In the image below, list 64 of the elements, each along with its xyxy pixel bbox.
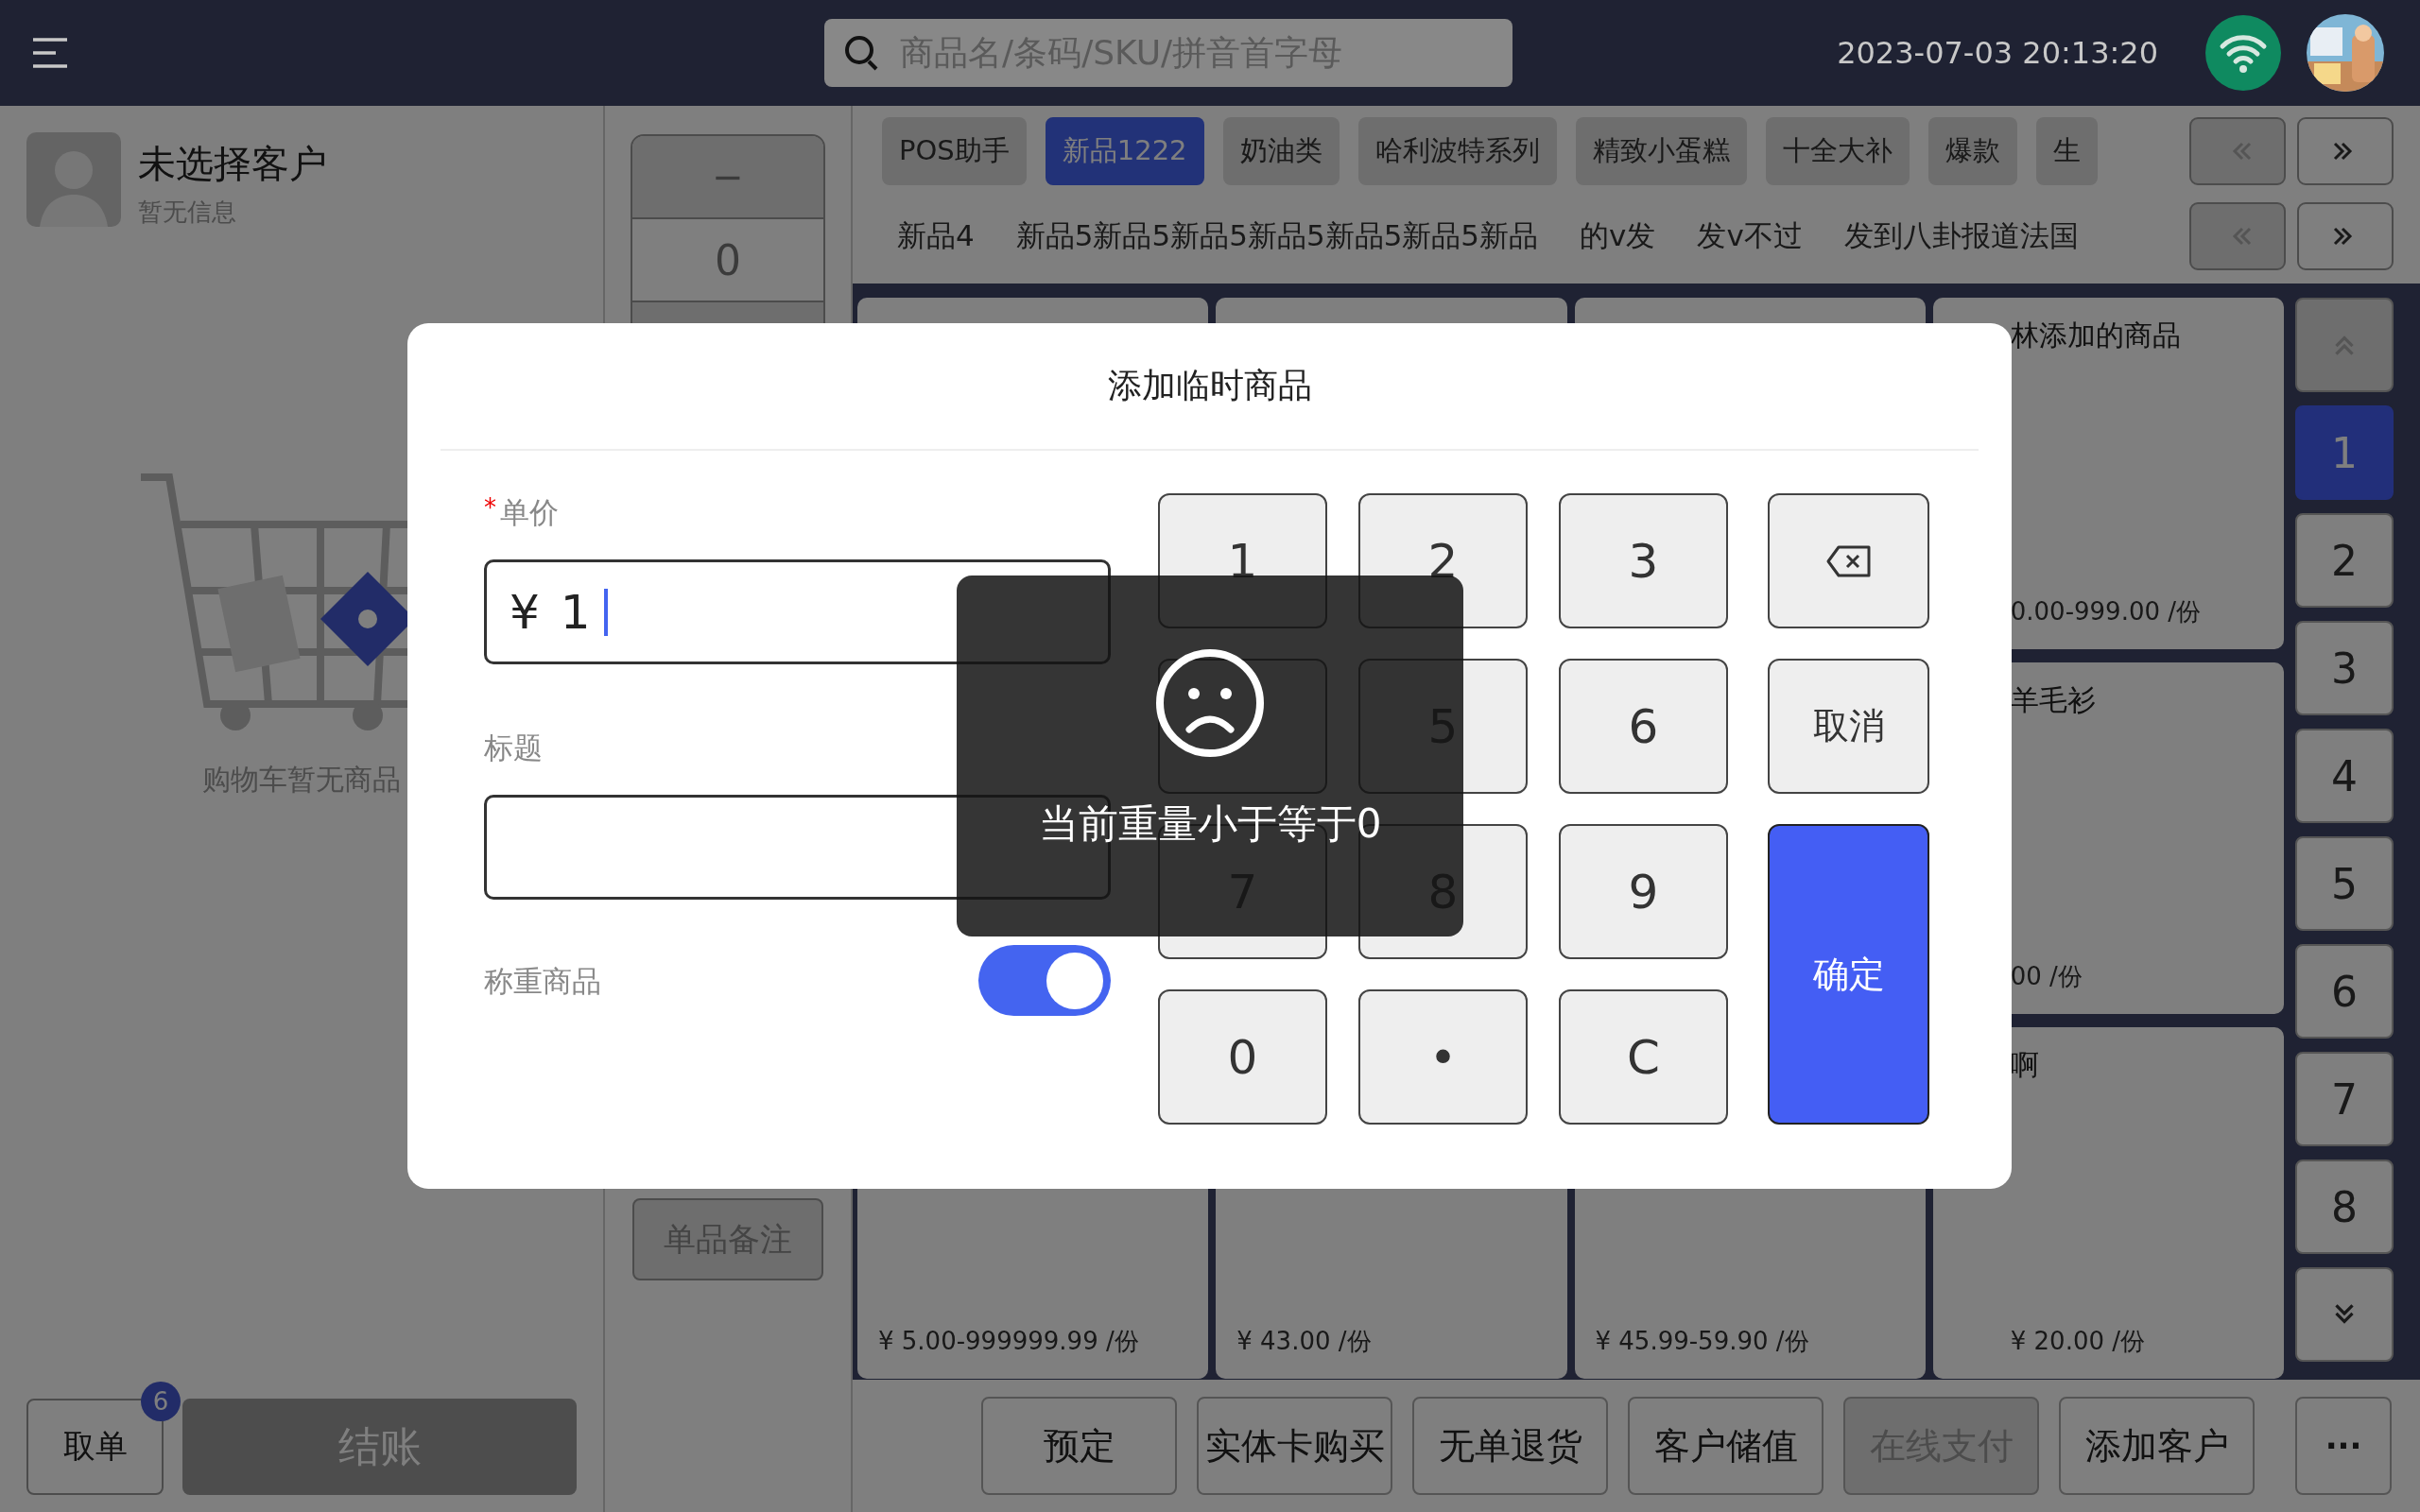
product-name: 林添加的商品 [2010,318,2182,353]
product-price: ¥ 5.00-999999.99 /份 [878,1326,1140,1357]
product-price: ¥ 20.00 /份 [2010,1326,2146,1357]
category-tab[interactable]: 哈利波特系列 [1357,117,1557,185]
more-button[interactable]: ··· [2295,1397,2392,1495]
count-badge: 6 [141,1382,181,1421]
keypad-key[interactable]: 9 [1559,824,1728,959]
confirm-button[interactable]: 确定 [1768,824,1929,1125]
category-tab[interactable]: 新品1222 [1045,117,1204,185]
product-price: 00 /份 [2010,961,2083,992]
product-card[interactable]: 啊 ¥ 20.00 /份 [1932,1027,2284,1379]
backspace-icon [1824,543,1873,578]
subcategory-tab[interactable]: 新品5新品5新品5新品5新品5新品5新品 [1000,216,1554,256]
keypad-key[interactable]: • [1358,989,1528,1125]
page-number-button[interactable]: 4 [2295,729,2394,823]
weighed-label: 称重商品 [484,963,601,1000]
price-label: 单价 [500,494,559,531]
subcategory-tab[interactable]: 的v发 [1564,216,1671,256]
product-price: ¥ 45.99-59.90 /份 [1595,1326,1810,1357]
product-name: 啊 [2010,1047,2040,1083]
category-tab[interactable]: 十全大补 [1765,117,1910,185]
minus-button[interactable]: − [632,136,823,217]
keypad-key[interactable]: 0 [1158,989,1327,1125]
action-button[interactable]: 预定 [981,1397,1177,1495]
product-price: ¥ 43.00 /份 [1236,1326,1373,1357]
sad-face-icon [1153,646,1267,760]
required-mark: * [484,493,496,522]
menu-icon[interactable] [31,37,69,69]
product-price: 0.00-999.00 /份 [2010,596,2203,627]
action-button[interactable]: 无单退货 [1412,1397,1608,1495]
toast-message: 当前重量小于等于0 [1038,799,1382,849]
page-number-button[interactable]: 3 [2295,621,2394,715]
action-button[interactable]: 实体卡购买 [1197,1397,1392,1495]
scroll-down-button[interactable] [2295,1267,2394,1362]
page-number-button[interactable]: 8 [2295,1160,2394,1254]
subcategory-tab[interactable]: 发v不过 [1682,216,1818,256]
keypad-key[interactable]: 6 [1559,659,1728,794]
cancel-button[interactable]: 取消 [1768,659,1929,794]
category-tab[interactable]: 爆款 [1927,117,2017,185]
datetime: 2023-07-03 20:13:20 [1837,35,2158,71]
category-tab[interactable]: 生 [2035,117,2098,185]
keypad-key[interactable]: 3 [1559,493,1728,628]
title-label: 标题 [484,730,543,766]
category-tab[interactable]: 奶油类 [1222,117,1340,185]
next-page-icon[interactable] [2297,117,2394,185]
page-number-button[interactable]: 6 [2295,944,2394,1039]
category-tab[interactable]: 精致小蛋糕 [1575,117,1747,185]
action-button[interactable]: 添加客户 [2059,1397,2255,1495]
dialog-title: 添加临时商品 [441,323,1979,451]
subcategory-tab[interactable]: 新品4 [882,216,990,256]
category-tab[interactable]: POS助手 [882,117,1027,185]
action-button[interactable]: 客户储值 [1628,1397,1824,1495]
subcategory-tab[interactable]: 发到八卦报道法国 [1828,216,2094,256]
customer-name: 未选择客户 [138,141,327,187]
page-number-button[interactable]: 5 [2295,836,2394,931]
backspace-button[interactable] [1768,493,1929,628]
page-number-button[interactable]: 2 [2295,513,2394,608]
avatar-icon [26,132,121,227]
next-page-icon[interactable] [2297,202,2394,270]
keypad-key[interactable]: C [1559,989,1728,1125]
wifi-icon[interactable] [2205,15,2281,91]
page-number-button[interactable]: 1 [2295,405,2394,500]
product-name: 羊毛衫 [2010,682,2097,718]
page-number-button[interactable]: 7 [2295,1052,2394,1146]
